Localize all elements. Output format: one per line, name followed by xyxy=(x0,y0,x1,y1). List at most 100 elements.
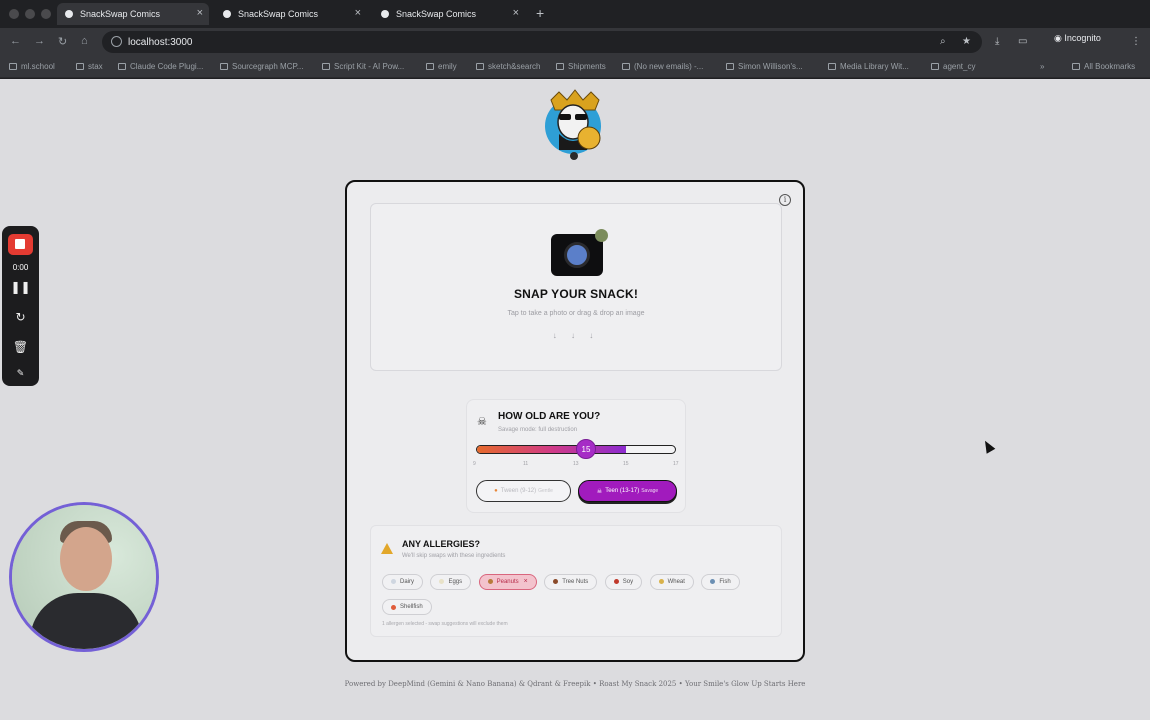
snap-title: SNAP YOUR SNACK! xyxy=(513,287,639,301)
bookmark-label: Script Kit - AI Pow... xyxy=(334,62,405,71)
chip-label: Soy xyxy=(622,578,634,585)
home-icon[interactable]: ⌂ xyxy=(81,35,88,47)
tween-mode-button[interactable]: ● Tween (9-12) Gentle xyxy=(476,480,571,502)
close-window-button[interactable] xyxy=(9,9,19,19)
folder-icon xyxy=(476,63,484,70)
photo-dropzone[interactable]: SNAP YOUR SNACK! Tap to take a photo or … xyxy=(370,203,782,371)
allergy-chip-eggs[interactable]: Eggs xyxy=(430,573,472,590)
roast-my-snack-logo xyxy=(545,89,601,160)
close-tab-icon[interactable]: × xyxy=(197,7,203,19)
forward-icon[interactable]: → xyxy=(34,35,45,47)
bookmark-label: emily xyxy=(438,62,457,71)
webcam-bubble[interactable] xyxy=(9,502,159,652)
bookmark-item[interactable]: agent_cy xyxy=(931,62,975,71)
zoom-icon[interactable]: ⌕ xyxy=(940,36,946,47)
close-tab-icon[interactable]: × xyxy=(513,7,519,19)
bookmark-label: Claude Code Plugi... xyxy=(130,62,204,71)
bookmark-label: Sourcegraph MCP... xyxy=(232,62,304,71)
allergy-panel: ANY ALLERGIES? We'll skip swaps with the… xyxy=(370,525,782,637)
egg-icon xyxy=(439,579,445,584)
bookmark-favicon-icon xyxy=(828,63,836,70)
site-info-icon[interactable] xyxy=(111,36,122,47)
allergy-chip-dairy[interactable]: Dairy xyxy=(382,573,424,590)
restart-icon[interactable]: ↻ xyxy=(2,310,39,324)
bookmark-item[interactable]: sketch&search xyxy=(476,62,540,71)
bookmark-label: Simon Willison's... xyxy=(738,62,803,71)
pause-icon[interactable]: ❚❚ xyxy=(2,280,39,294)
allergy-chip-tree-nuts[interactable]: Tree Nuts xyxy=(544,573,598,590)
draw-icon[interactable]: ✎ xyxy=(2,368,39,379)
url-text: localhost:3000 xyxy=(128,36,193,48)
teen-mode-button[interactable]: ☠ Teen (13-17) Savage xyxy=(578,480,677,502)
bookmark-item[interactable]: ml.school xyxy=(9,62,55,71)
skull-icon: ☠ xyxy=(477,416,487,428)
bookmark-favicon-icon xyxy=(726,63,734,70)
download-icon[interactable]: ⤓ xyxy=(995,36,999,47)
chip-label: Fish xyxy=(719,578,731,585)
all-bookmarks[interactable]: All Bookmarks xyxy=(1072,62,1135,71)
folder-icon xyxy=(9,63,17,70)
trash-icon[interactable]: 🗑 xyxy=(2,340,39,354)
bookmark-item[interactable]: Simon Willison's... xyxy=(726,62,803,71)
peanut-icon xyxy=(487,579,493,584)
maximize-window-button[interactable] xyxy=(41,9,51,19)
bookmark-item[interactable]: Claude Code Plugi... xyxy=(118,62,203,71)
bookmark-label: agent_cy xyxy=(943,62,976,71)
all-bookmarks-label: All Bookmarks xyxy=(1084,62,1136,71)
tab-title: SnackSwap Comics xyxy=(80,9,161,19)
age-tick-label: 9 xyxy=(473,461,476,467)
browser-tab[interactable]: SnackSwap Comics × xyxy=(215,3,367,25)
allergy-chip-soy[interactable]: Soy xyxy=(604,573,643,590)
allergy-chip-list: Dairy Eggs Peanuts × Tree Nuts Soy Wheat … xyxy=(382,571,772,622)
minimize-window-button[interactable] xyxy=(25,9,35,19)
bookmark-label: (No new emails) -... xyxy=(634,62,704,71)
chip-label: Shellfish xyxy=(400,604,423,610)
info-icon[interactable]: i xyxy=(779,194,791,206)
browser-tab[interactable]: SnackSwap Comics × xyxy=(57,3,209,25)
allergy-chip-shellfish[interactable]: Shellfish xyxy=(382,599,432,615)
menu-icon[interactable]: ⋮ xyxy=(1131,36,1141,47)
tab-favicon-icon xyxy=(381,10,389,18)
allergy-chip-fish[interactable]: Fish xyxy=(701,573,740,590)
bookmark-star-icon[interactable]: ★ xyxy=(962,36,971,47)
age-panel: ☠ HOW OLD ARE YOU? Savage mode: full des… xyxy=(466,399,686,513)
age-slider-thumb[interactable]: 15 xyxy=(576,439,596,459)
folder-icon xyxy=(76,63,84,70)
bookmark-item[interactable]: Sourcegraph MCP... xyxy=(220,62,303,71)
incognito-badge[interactable]: ◉ Incognito xyxy=(1054,33,1101,44)
milk-icon xyxy=(391,579,396,584)
remove-chip-icon[interactable]: × xyxy=(524,578,528,585)
more-bookmarks-icon[interactable]: » xyxy=(1040,62,1044,71)
address-bar[interactable]: localhost:3000 xyxy=(102,31,982,53)
bookmark-item[interactable]: emily xyxy=(426,62,457,71)
bookmark-item[interactable]: stax xyxy=(76,62,103,71)
bookmark-item[interactable]: Shipments xyxy=(556,62,606,71)
age-tick-label: 11 xyxy=(523,461,529,467)
chip-label: Eggs xyxy=(448,578,463,585)
new-tab-icon[interactable]: + xyxy=(536,5,544,21)
main-card: i SNAP YOUR SNACK! Tap to take a photo o… xyxy=(345,180,805,662)
reload-icon[interactable]: ↻ xyxy=(58,35,67,48)
tab-title: SnackSwap Comics xyxy=(238,9,319,19)
incognito-label: Incognito xyxy=(1064,33,1101,43)
tab-favicon-icon xyxy=(65,10,73,18)
skull-icon: ☠ xyxy=(596,488,603,495)
bookmark-favicon-icon xyxy=(556,63,564,70)
close-tab-icon[interactable]: × xyxy=(355,7,361,19)
recording-time: 0:00 xyxy=(12,263,29,272)
allergy-summary: 1 allergen selected - swap suggestions w… xyxy=(382,621,508,627)
window-icon[interactable]: ▭ xyxy=(1018,36,1027,47)
bookmark-label: stax xyxy=(88,62,103,71)
bookmark-label: Media Library Wit... xyxy=(840,62,909,71)
warning-icon xyxy=(381,543,393,554)
bookmark-item[interactable]: Script Kit - AI Pow... xyxy=(322,62,404,71)
stop-recording-button[interactable] xyxy=(8,234,33,255)
bookmark-item[interactable]: (No new emails) -... xyxy=(622,62,703,71)
browser-tab[interactable]: SnackSwap Comics × xyxy=(373,3,525,25)
tab-title: SnackSwap Comics xyxy=(396,9,477,19)
allergy-chip-wheat[interactable]: Wheat xyxy=(649,573,694,590)
allergy-chip-peanuts[interactable]: Peanuts × xyxy=(478,573,537,590)
back-icon[interactable]: ← xyxy=(10,35,21,47)
bookmark-item[interactable]: Media Library Wit... xyxy=(828,62,909,71)
folder-icon xyxy=(931,63,939,70)
